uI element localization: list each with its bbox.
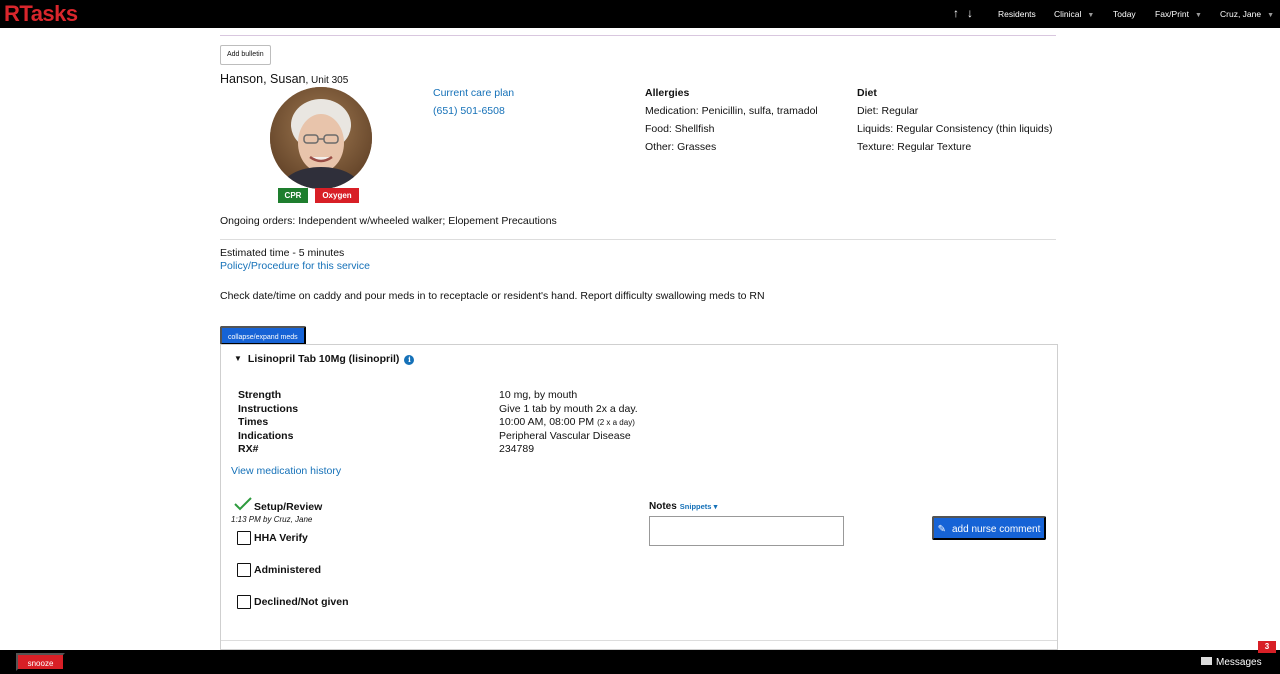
divider [220, 239, 1056, 240]
checkmark-icon [234, 497, 252, 511]
envelope-icon [1201, 657, 1212, 665]
add-nurse-comment-button[interactable]: ✎ add nurse comment [932, 516, 1046, 540]
divider [220, 35, 1056, 36]
diet-regular: Diet: Regular [857, 105, 919, 117]
sort-arrows: ↑ ↓ [953, 6, 981, 20]
resident-unit: , Unit 305 [305, 75, 349, 86]
allergies-title: Allergies [645, 87, 690, 99]
checkbox-icon[interactable] [237, 595, 251, 609]
checkbox-icon[interactable] [237, 531, 251, 545]
allergy-other: Other: Grasses [645, 141, 717, 153]
indications-label: Indications [238, 430, 294, 442]
times-frequency: (2 x a day) [597, 418, 635, 427]
add-bulletin-button[interactable]: Add bulletin [220, 45, 271, 65]
times-value: 10:00 AM, 08:00 PM (2 x a day) [499, 416, 635, 428]
pencil-icon: ✎ [937, 524, 946, 535]
cpr-badge: CPR [278, 188, 308, 203]
nav-today[interactable]: Today [1113, 9, 1136, 19]
instructions-label: Instructions [238, 403, 299, 415]
snooze-button[interactable]: snooze [16, 653, 65, 671]
allergy-medication: Medication: Penicillin, sulfa, tramadol [645, 105, 818, 117]
rx-label: RX# [238, 443, 259, 455]
info-icon[interactable]: i [404, 355, 415, 365]
diet-liquids: Liquids: Regular Consistency (thin liqui… [857, 123, 1053, 135]
nav-user-menu[interactable]: Cruz, Jane ▼ [1220, 9, 1274, 19]
collapse-expand-meds-button[interactable]: collapse/expand meds [220, 326, 306, 345]
app-logo[interactable]: RTasks [4, 1, 78, 27]
times-label: Times [238, 416, 269, 428]
service-instructions: Check date/time on caddy and pour meds i… [220, 290, 765, 302]
caret-down-icon: ▼ [234, 354, 242, 363]
divider [221, 640, 1057, 641]
message-count-badge: 3 [1258, 641, 1276, 653]
medication-card: ▼ Lisinopril Tab 10Mg (lisinopril) i Stren… [220, 344, 1058, 650]
nav-clinical[interactable]: Clinical ▼ [1054, 9, 1094, 19]
nav-fax-print[interactable]: Fax/Print ▼ [1155, 9, 1202, 19]
avatar [270, 87, 372, 189]
diet-texture: Texture: Regular Texture [857, 141, 972, 153]
notes-input[interactable] [649, 516, 844, 546]
checkbox-icon[interactable] [237, 563, 251, 577]
setup-review-label: Setup/Review [254, 501, 323, 513]
strength-label: Strength [238, 389, 282, 401]
resident-header: Hanson, Susan, Unit 305 [220, 72, 348, 86]
bottom-bar: snooze Messages [0, 650, 1280, 674]
resident-name: Hanson, Susan [220, 72, 306, 86]
ongoing-orders: Ongoing orders: Independent w/wheeled wa… [220, 215, 557, 227]
snippets-dropdown[interactable]: Snippets ▾ [680, 502, 718, 511]
strength-value: 10 mg, by mouth [499, 389, 578, 401]
nav-residents[interactable]: Residents [998, 9, 1036, 19]
phone-link[interactable]: (651) 501-6508 [433, 105, 505, 117]
rx-value: 234789 [499, 443, 535, 455]
chevron-down-icon: ▼ [1267, 12, 1275, 19]
administered-checkbox[interactable]: Administered [237, 563, 321, 577]
current-care-plan-link[interactable]: Current care plan [433, 87, 514, 99]
setup-review-meta: 1:13 PM by Cruz, Jane [231, 515, 313, 524]
medication-name: Lisinopril Tab 10Mg (lisinopril) [247, 353, 400, 365]
allergy-food: Food: Shellfish [645, 123, 715, 135]
oxygen-badge: Oxygen [315, 188, 359, 203]
instructions-value: Give 1 tab by mouth 2x a day. [499, 403, 638, 415]
resident-photo [270, 87, 372, 189]
notes-label: Notes Snippets ▾ [649, 501, 718, 512]
diet-title: Diet [857, 87, 877, 99]
caret-down-icon: ▾ [713, 502, 718, 511]
estimated-time: Estimated time - 5 minutes [220, 247, 345, 259]
indications-value: Peripheral Vascular Disease [499, 430, 631, 442]
hha-verify-checkbox[interactable]: HHA Verify [237, 531, 308, 545]
arrow-down-icon[interactable]: ↓ [967, 6, 973, 20]
chevron-down-icon: ▼ [1195, 12, 1202, 19]
policy-procedure-link[interactable]: Policy/Procedure for this service [220, 260, 370, 272]
declined-checkbox[interactable]: Declined/Not given [237, 595, 349, 609]
medication-title[interactable]: ▼ Lisinopril Tab 10Mg (lisinopril) i [234, 353, 415, 365]
arrow-up-icon[interactable]: ↑ [953, 6, 959, 20]
chevron-down-icon: ▼ [1087, 12, 1095, 19]
top-navbar: RTasks ↑ ↓ Residents Clinical ▼ Today Fax/… [0, 0, 1280, 28]
messages-button[interactable]: Messages [1201, 657, 1262, 668]
view-medication-history-link[interactable]: View medication history [231, 465, 341, 477]
